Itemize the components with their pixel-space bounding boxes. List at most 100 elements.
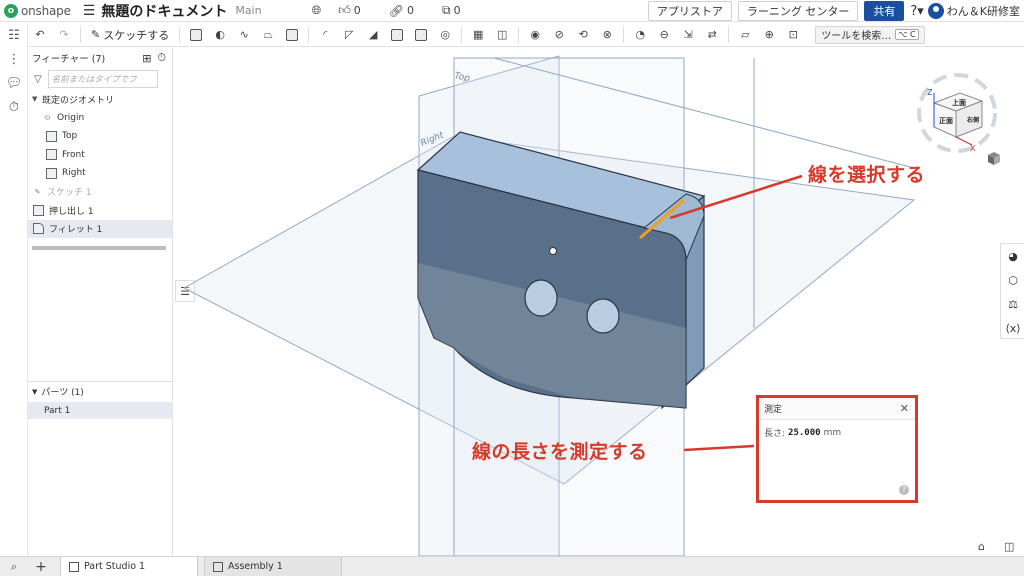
revolve-icon[interactable]: ◐ [212,27,228,43]
chamfer-icon[interactable]: ◸ [341,27,357,43]
configurations-icon[interactable]: ⋮ [0,47,28,71]
variable-icon[interactable]: ⊡ [785,27,801,43]
onshape-logo[interactable]: o onshape [4,3,71,18]
measure-title: 測定 [764,405,783,415]
user-menu[interactable]: わん＆K研修室 [927,3,1020,19]
logo-text: onshape [21,3,71,18]
hole-left[interactable] [524,279,558,317]
app-store-button[interactable]: アプリストア [647,1,732,21]
tab-assembly[interactable]: Assembly 1 [204,556,342,576]
hole-icon[interactable]: ◎ [437,27,453,43]
appearance-icon[interactable]: ◕ [1001,244,1024,268]
toolbar-divider [518,26,520,43]
delete-face-icon[interactable]: ⊖ [656,27,672,43]
link-counter[interactable]: 🔗︎ 0 [389,4,428,18]
chevron-down-icon[interactable]: ▼ [32,388,37,396]
tree-extrude[interactable]: 押し出し 1 [28,201,172,220]
boolean-icon[interactable]: ◉ [527,27,543,43]
left-rail: ☷ ⋮ 💬︎ ⏱︎ [0,23,28,556]
shortcut-key: ⌥ C [895,29,919,40]
learning-center-button[interactable]: ラーニング センター [737,1,859,21]
delete-part-icon[interactable]: ⊗ [599,27,615,43]
like-counter[interactable]: 👍︎ 0 [338,3,375,18]
share-button[interactable]: 共有 [864,1,905,21]
custom-feature-icon[interactable]: ⟨x⟩ [1001,316,1024,340]
help-icon[interactable]: ? [899,485,909,495]
feature-filter-input[interactable]: 名前またはタイプでフ [47,70,158,88]
feature-list-header: フィーチャー (7) ⊞ ⏱︎ [28,48,172,68]
rib-icon[interactable] [389,27,405,43]
length-value: 25.000 [788,427,821,438]
pattern-icon[interactable]: ▦ [470,27,486,43]
split-icon[interactable]: ⊘ [551,27,567,43]
add-folder-icon[interactable]: ⊞ [142,52,151,65]
undo-icon[interactable]: ↶ [32,27,48,43]
thumbs-up-icon: 👍︎ [338,3,351,17]
feature-filter: ▽ 名前またはタイプでフ [28,68,172,90]
transform-icon[interactable]: ⟲ [575,27,591,43]
help-icon[interactable]: ?▾ [910,4,923,19]
measure-panel: 測定 ✕ 長さ: 25.000 mm ? [756,395,918,503]
sweep-icon[interactable]: ∿ [236,27,252,43]
history-icon[interactable]: ⏱︎ [0,95,28,119]
avatar [927,3,944,19]
feature-list-icon[interactable]: ☷ [0,23,28,47]
close-icon[interactable]: ✕ [900,402,909,415]
assembly-icon [213,561,223,572]
replace-face-icon[interactable]: ⇄ [704,27,720,43]
part-studio-icon [69,561,79,572]
globe-icon[interactable]: 🌐︎ [312,3,325,18]
toolbar-divider [80,26,81,43]
mate-connector-icon[interactable]: ⊕ [761,27,777,43]
length-unit: mm [823,427,842,438]
tab-manager-icon[interactable]: ⌕ [0,560,28,574]
parts-list-header[interactable]: ▼ パーツ (1) [28,381,173,401]
tree-default-geometry[interactable]: ▼ 既定のジオメトリ [28,90,172,109]
tree-right-plane[interactable]: Right [28,164,172,183]
feature-toolbar: ↶ ↷ ✎ スケッチする ◐ ∿ ⏢ ◜ ◸ ◢ ◎ ▦ ◫ ◉ ⊘ ⟲ ⊗ ◔ … [28,23,1024,47]
document-title[interactable]: 無題のドキュメント [101,1,227,21]
move-face-icon[interactable]: ⇲ [680,27,696,43]
mirror-icon[interactable]: ◫ [494,27,510,43]
hole-right[interactable] [586,298,620,334]
toolbar-divider [623,26,625,43]
annotation-measure-line: 線の長さを測定する [472,441,648,463]
comment-icon[interactable]: 💬︎ [0,71,28,95]
tab-part-studio[interactable]: Part Studio 1 [60,556,198,576]
tree-front-plane[interactable]: Front [28,146,172,165]
copy-icon: ⧉ [441,3,451,17]
cube-label-top: 上面 [952,98,966,107]
toolbar-divider [461,26,463,43]
thicken-icon[interactable] [284,27,300,43]
add-tab-button[interactable]: + [28,559,54,575]
rollback-timer-icon[interactable]: ⏱︎ [157,51,166,65]
tree-fillet[interactable]: フィレット 1 [28,219,172,238]
parts-list-item[interactable]: Part 1 [28,402,173,419]
part-properties-icon[interactable]: ⬡ [1001,268,1024,292]
fillet-icon[interactable]: ◜ [317,27,333,43]
draft-icon[interactable]: ◢ [365,27,381,43]
copy-counter[interactable]: ⧉ 0 [442,3,475,18]
tab-bar: ⌕ + Part Studio 1 Assembly 1 [0,556,1024,576]
shell-icon[interactable] [413,27,429,43]
tree-origin[interactable]: ⊙ Origin [28,109,172,128]
view-options-icon[interactable]: ⌂ [978,540,985,553]
loft-icon[interactable]: ⏢ [260,27,276,43]
modify-fillet-icon[interactable]: ◔ [632,27,648,43]
fillet-icon [33,223,44,235]
sketch-button[interactable]: ✎ スケッチする [91,27,169,43]
redo-icon[interactable]: ↷ [56,27,72,43]
z-axis-label: Z [927,88,933,97]
section-view-icon[interactable]: ◫ [1004,540,1014,553]
tree-sketch[interactable]: ✎ スケッチ 1 [28,183,172,202]
mass-properties-icon[interactable]: ⚖︎ [1001,292,1024,316]
branch-name[interactable]: Main [235,4,261,17]
extrude-icon[interactable] [188,27,204,43]
menu-icon[interactable]: ☰ [83,3,96,19]
chevron-down-icon[interactable]: ▼ [32,95,42,103]
view-cube[interactable]: 上面 正面 右側 Z X [912,65,1002,175]
rollback-bar[interactable] [32,246,166,250]
tree-top-plane[interactable]: Top [28,127,172,146]
plane-icon[interactable]: ▱ [737,27,753,43]
tool-search-button[interactable]: ツールを検索… ⌥ C [815,25,925,44]
